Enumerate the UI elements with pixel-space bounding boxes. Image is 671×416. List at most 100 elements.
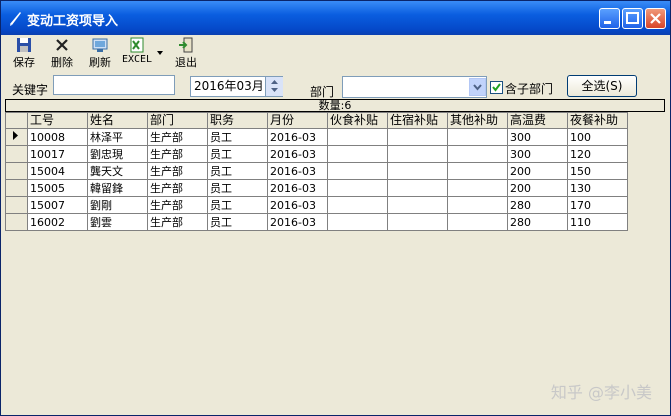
table-cell[interactable]: 2016-03 bbox=[267, 162, 328, 180]
table-cell[interactable] bbox=[387, 179, 448, 197]
title-bar[interactable]: 变动工资项导入 bbox=[1, 1, 670, 35]
table-cell[interactable] bbox=[327, 179, 388, 197]
table-cell[interactable] bbox=[447, 162, 508, 180]
table-cell[interactable]: 劉忠現 bbox=[87, 145, 148, 163]
excel-button[interactable]: EXCEL bbox=[119, 37, 155, 69]
table-row[interactable]: 15007 劉剛 生产部 员工 2016-03 280 170 bbox=[5, 196, 628, 214]
dept-select[interactable] bbox=[342, 76, 487, 98]
table-cell[interactable] bbox=[327, 128, 388, 146]
refresh-button[interactable]: 刷新 bbox=[85, 37, 115, 69]
table-cell[interactable]: 劉雲 bbox=[87, 213, 148, 231]
table-cell[interactable]: 280 bbox=[507, 196, 568, 214]
table-cell[interactable] bbox=[447, 213, 508, 231]
column-header[interactable]: 住宿补贴 bbox=[387, 112, 448, 129]
table-cell[interactable] bbox=[327, 213, 388, 231]
exit-button[interactable]: 退出 bbox=[171, 37, 201, 69]
table-cell[interactable]: 员工 bbox=[207, 145, 268, 163]
table-cell[interactable] bbox=[447, 128, 508, 146]
table-cell[interactable]: 员工 bbox=[207, 162, 268, 180]
table-cell[interactable] bbox=[447, 196, 508, 214]
dept-dropdown-button[interactable] bbox=[469, 78, 486, 96]
table-cell[interactable]: 130 bbox=[567, 179, 628, 197]
table-row[interactable]: 15005 韓留鋒 生产部 员工 2016-03 200 130 bbox=[5, 179, 628, 197]
table-cell[interactable] bbox=[387, 213, 448, 231]
table-cell[interactable]: 生产部 bbox=[147, 213, 208, 231]
table-cell[interactable] bbox=[387, 162, 448, 180]
table-cell[interactable] bbox=[327, 145, 388, 163]
row-indicator[interactable] bbox=[5, 162, 28, 180]
table-cell[interactable]: 16002 bbox=[27, 213, 88, 231]
table-cell[interactable]: 生产部 bbox=[147, 145, 208, 163]
table-cell[interactable]: 2016-03 bbox=[267, 128, 328, 146]
close-button[interactable] bbox=[645, 8, 666, 29]
table-cell[interactable]: 120 bbox=[567, 145, 628, 163]
column-header[interactable]: 工号 bbox=[27, 112, 88, 129]
table-row[interactable]: 10008 林泽平 生产部 员工 2016-03 300 100 bbox=[5, 128, 628, 146]
table-cell[interactable]: 100 bbox=[567, 128, 628, 146]
row-indicator[interactable] bbox=[5, 128, 28, 146]
table-cell[interactable]: 150 bbox=[567, 162, 628, 180]
data-grid: 数量:6 工号 姓名 部门 职务 月份 伙食补贴 住宿补贴 其他补助 高温费 夜… bbox=[5, 99, 665, 411]
minimize-button[interactable] bbox=[599, 8, 620, 29]
table-cell[interactable]: 生产部 bbox=[147, 128, 208, 146]
column-header[interactable]: 夜餐补助 bbox=[567, 112, 628, 129]
table-cell[interactable] bbox=[387, 145, 448, 163]
table-cell[interactable]: 200 bbox=[507, 162, 568, 180]
table-cell[interactable]: 10008 bbox=[27, 128, 88, 146]
column-header[interactable]: 职务 bbox=[207, 112, 268, 129]
table-cell[interactable]: 10017 bbox=[27, 145, 88, 163]
table-cell[interactable] bbox=[387, 196, 448, 214]
table-cell[interactable] bbox=[327, 162, 388, 180]
table-cell[interactable] bbox=[447, 179, 508, 197]
table-cell[interactable]: 生产部 bbox=[147, 179, 208, 197]
table-cell[interactable]: 170 bbox=[567, 196, 628, 214]
table-cell[interactable]: 300 bbox=[507, 145, 568, 163]
include-sub-checkbox[interactable] bbox=[490, 81, 503, 94]
column-header[interactable]: 高温费 bbox=[507, 112, 568, 129]
table-cell[interactable]: 2016-03 bbox=[267, 196, 328, 214]
table-row[interactable]: 15004 龔天文 生产部 员工 2016-03 200 150 bbox=[5, 162, 628, 180]
table-cell[interactable]: 15007 bbox=[27, 196, 88, 214]
row-indicator[interactable] bbox=[5, 145, 28, 163]
table-cell[interactable]: 劉剛 bbox=[87, 196, 148, 214]
table-cell[interactable]: 员工 bbox=[207, 128, 268, 146]
row-indicator[interactable] bbox=[5, 213, 28, 231]
maximize-button[interactable] bbox=[622, 8, 643, 29]
table-cell[interactable]: 200 bbox=[507, 179, 568, 197]
table-cell[interactable]: 110 bbox=[567, 213, 628, 231]
column-header[interactable]: 伙食补贴 bbox=[327, 112, 388, 129]
column-header[interactable]: 姓名 bbox=[87, 112, 148, 129]
table-cell[interactable]: 员工 bbox=[207, 179, 268, 197]
table-cell[interactable]: 2016-03 bbox=[267, 145, 328, 163]
table-cell[interactable]: 员工 bbox=[207, 196, 268, 214]
select-all-button[interactable]: 全选(S) bbox=[567, 75, 637, 97]
table-cell[interactable]: 2016-03 bbox=[267, 179, 328, 197]
table-cell[interactable]: 15004 bbox=[27, 162, 88, 180]
table-cell[interactable] bbox=[327, 196, 388, 214]
table-cell[interactable]: 员工 bbox=[207, 213, 268, 231]
table-cell[interactable]: 龔天文 bbox=[87, 162, 148, 180]
table-cell[interactable] bbox=[387, 128, 448, 146]
table-cell[interactable] bbox=[447, 145, 508, 163]
table-row[interactable]: 16002 劉雲 生产部 员工 2016-03 280 110 bbox=[5, 213, 628, 231]
keyword-input[interactable] bbox=[53, 75, 175, 95]
table-cell[interactable]: 生产部 bbox=[147, 162, 208, 180]
table-cell[interactable]: 生产部 bbox=[147, 196, 208, 214]
row-indicator[interactable] bbox=[5, 179, 28, 197]
table-cell[interactable]: 林泽平 bbox=[87, 128, 148, 146]
table-cell[interactable]: 韓留鋒 bbox=[87, 179, 148, 197]
column-header[interactable]: 其他补助 bbox=[447, 112, 508, 129]
table-cell[interactable]: 300 bbox=[507, 128, 568, 146]
column-header[interactable]: 月份 bbox=[267, 112, 328, 129]
table-cell[interactable]: 15005 bbox=[27, 179, 88, 197]
save-button[interactable]: 保存 bbox=[9, 37, 39, 69]
spin-up-icon bbox=[271, 80, 278, 84]
row-indicator[interactable] bbox=[5, 196, 28, 214]
delete-button[interactable]: 删除 bbox=[47, 37, 77, 69]
table-cell[interactable]: 280 bbox=[507, 213, 568, 231]
table-cell[interactable]: 2016-03 bbox=[267, 213, 328, 231]
month-spinner[interactable] bbox=[265, 77, 283, 96]
column-header[interactable]: 部门 bbox=[147, 112, 208, 129]
refresh-label: 刷新 bbox=[89, 56, 111, 69]
table-row[interactable]: 10017 劉忠現 生产部 员工 2016-03 300 120 bbox=[5, 145, 628, 163]
